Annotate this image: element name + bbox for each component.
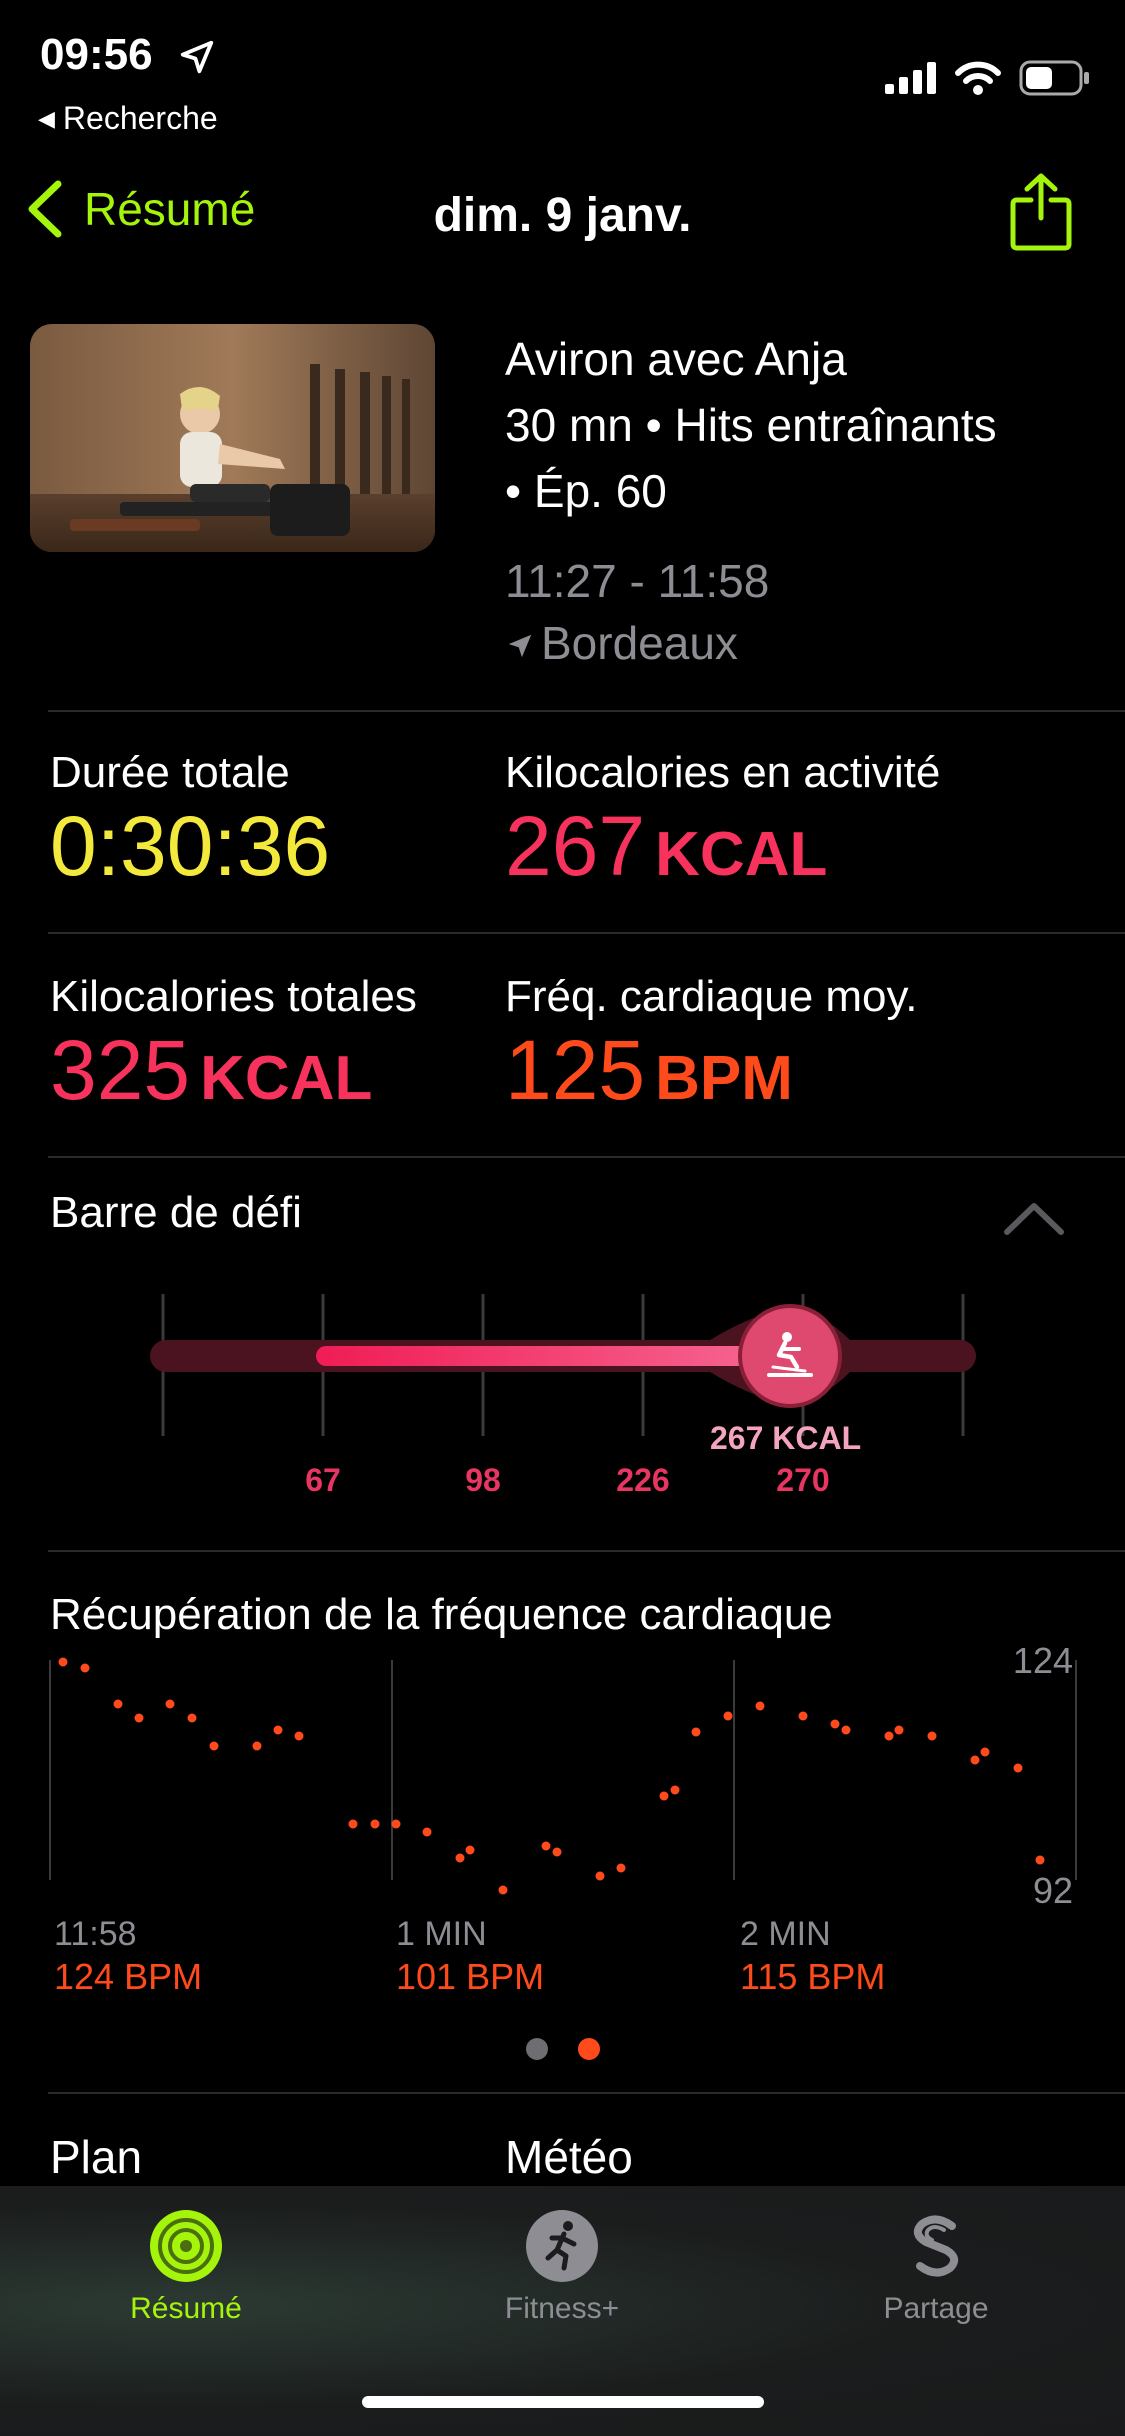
workout-title-line2: 30 mn • Hits entraînants (505, 399, 997, 451)
tab-sharing-label: Partage (883, 2292, 989, 2325)
page-indicator[interactable] (0, 2038, 1125, 2060)
battery-icon (1019, 60, 1089, 96)
avg-hr-number: 125 (505, 1023, 646, 1117)
metric-duration-label: Durée totale (50, 748, 290, 797)
divider (48, 1156, 1125, 1158)
tab-fitness-plus-label: Fitness+ (504, 2292, 620, 2325)
x-axis-label: 1 MIN (396, 1915, 487, 1953)
total-kcal-unit: KCAL (200, 1044, 373, 1113)
running-figure-icon (526, 2210, 598, 2282)
challenge-marker-label: 226 (616, 1462, 670, 1498)
home-indicator[interactable] (362, 2396, 764, 2408)
status-time: 09:56 (40, 30, 153, 79)
location-label: Bordeaux (541, 617, 738, 669)
challenge-current-marker (738, 1304, 842, 1408)
tab-fitness-plus[interactable]: Fitness+ (412, 2186, 712, 2326)
status-indicators (885, 60, 1091, 96)
workout-location: Bordeaux (505, 612, 1105, 674)
metric-active-kcal-value: 267 KCAL (505, 800, 940, 901)
workout-time-range: 11:27 - 11:58 (505, 555, 770, 607)
sharing-s-icon (913, 2215, 959, 2277)
metric-avg-hr-value: 125 BPM (505, 1024, 917, 1125)
challenge-marker-label: 67 (305, 1462, 341, 1498)
wifi-icon (955, 61, 1001, 95)
plan-title: Plan (50, 2131, 143, 2183)
chevron-up-icon[interactable] (1003, 1200, 1065, 1236)
x-axis-label: 11:58 (54, 1915, 137, 1953)
challenge-marker-label: 270 (776, 1462, 830, 1498)
hr-recovery-plot (49, 1657, 1077, 1895)
location-arrow-icon (508, 634, 532, 658)
metric-duration: Durée totale 0:30:36 (50, 748, 330, 892)
workout-thumbnail[interactable] (30, 324, 435, 552)
challenge-bar-graphic (150, 1294, 976, 1436)
active-kcal-unit: KCAL (655, 820, 828, 889)
x-axis-label: 2 MIN (740, 1915, 831, 1953)
rowing-photo-illustration (30, 324, 435, 552)
rowing-icon (767, 1332, 813, 1377)
challenge-bar: 267 KCAL 67 98 226 270 (0, 1290, 1125, 1510)
metric-total-kcal: Kilocalories totales 325 KCAL (50, 972, 417, 1125)
page-dot[interactable] (525, 2038, 548, 2060)
cellular-signal-icon (885, 62, 936, 94)
y-axis-min-label: 92 (1032, 1870, 1073, 1911)
bpm-label: 115 BPM (740, 1956, 886, 1997)
location-arrow-icon (180, 40, 214, 74)
weather-title: Météo (505, 2131, 633, 2183)
bpm-label: 101 BPM (396, 1956, 545, 1997)
metric-duration-value: 0:30:36 (50, 799, 331, 893)
hr-recovery-title: Récupération de la fréquence cardiaque (50, 1590, 833, 1639)
hr-recovery-chart: 124 92 11:58 1 MIN 2 MIN 124 BPM 101 BPM… (0, 1640, 1125, 1997)
metric-avg-hr-label: Fréq. cardiaque moy. (505, 972, 918, 1021)
tab-summary-label: Résumé (130, 2292, 242, 2325)
workout-title-line1: Aviron avec Anja (505, 333, 847, 385)
workout-info: Aviron avec Anja 30 mn • Hits entraînant… (505, 326, 1105, 674)
divider (48, 2092, 1125, 2094)
challenge-marker-label: 98 (465, 1462, 501, 1498)
metric-total-kcal-label: Kilocalories totales (50, 972, 417, 1021)
back-to-app-link[interactable]: ◀ Recherche (38, 100, 218, 137)
tab-summary[interactable]: Résumé (36, 2186, 336, 2326)
total-kcal-number: 325 (50, 1023, 191, 1117)
page-title: dim. 9 janv. (433, 189, 692, 242)
back-app-label: Recherche (62, 100, 218, 136)
avg-hr-unit: BPM (655, 1044, 793, 1113)
page-dot-active[interactable] (577, 2038, 600, 2060)
metric-active-kcal-label: Kilocalories en activité (505, 748, 941, 797)
workout-title-line3: • Ép. 60 (505, 465, 667, 517)
metric-active-kcal: Kilocalories en activité 267 KCAL (505, 748, 940, 901)
divider (48, 710, 1125, 712)
y-axis-max-label: 124 (1012, 1640, 1073, 1681)
metric-avg-hr: Fréq. cardiaque moy. 125 BPM (505, 972, 917, 1125)
divider (48, 932, 1125, 934)
activity-rings-icon (150, 2210, 222, 2282)
back-triangle-icon: ◀ (38, 106, 55, 131)
active-kcal-number: 267 (505, 799, 646, 893)
metric-total-kcal-value: 325 KCAL (50, 1024, 417, 1125)
share-icon[interactable] (1009, 172, 1073, 252)
challenge-title: Barre de défi (50, 1188, 302, 1237)
bpm-label: 124 BPM (54, 1956, 203, 1997)
tab-sharing[interactable]: Partage (786, 2186, 1086, 2326)
challenge-current-label: 267 KCAL (710, 1420, 862, 1456)
divider (48, 1550, 1125, 1552)
